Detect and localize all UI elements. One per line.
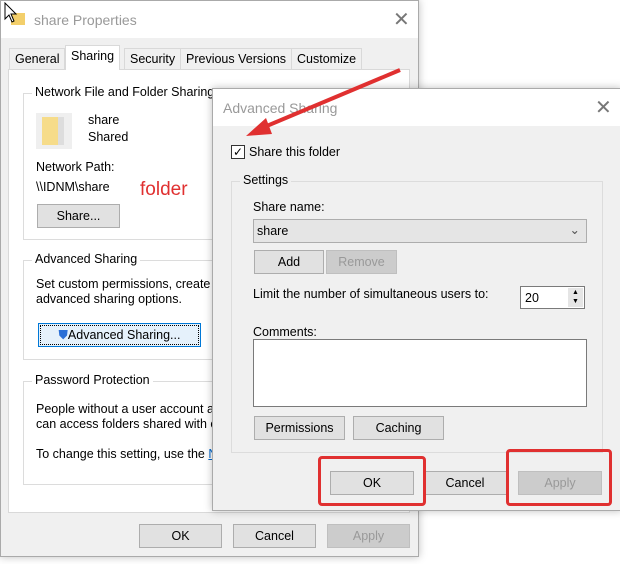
red-arrow-annotation xyxy=(246,68,401,136)
arrow-shaft xyxy=(261,68,401,130)
mouse-cursor-icon xyxy=(4,2,18,23)
arrow-head xyxy=(246,118,272,136)
